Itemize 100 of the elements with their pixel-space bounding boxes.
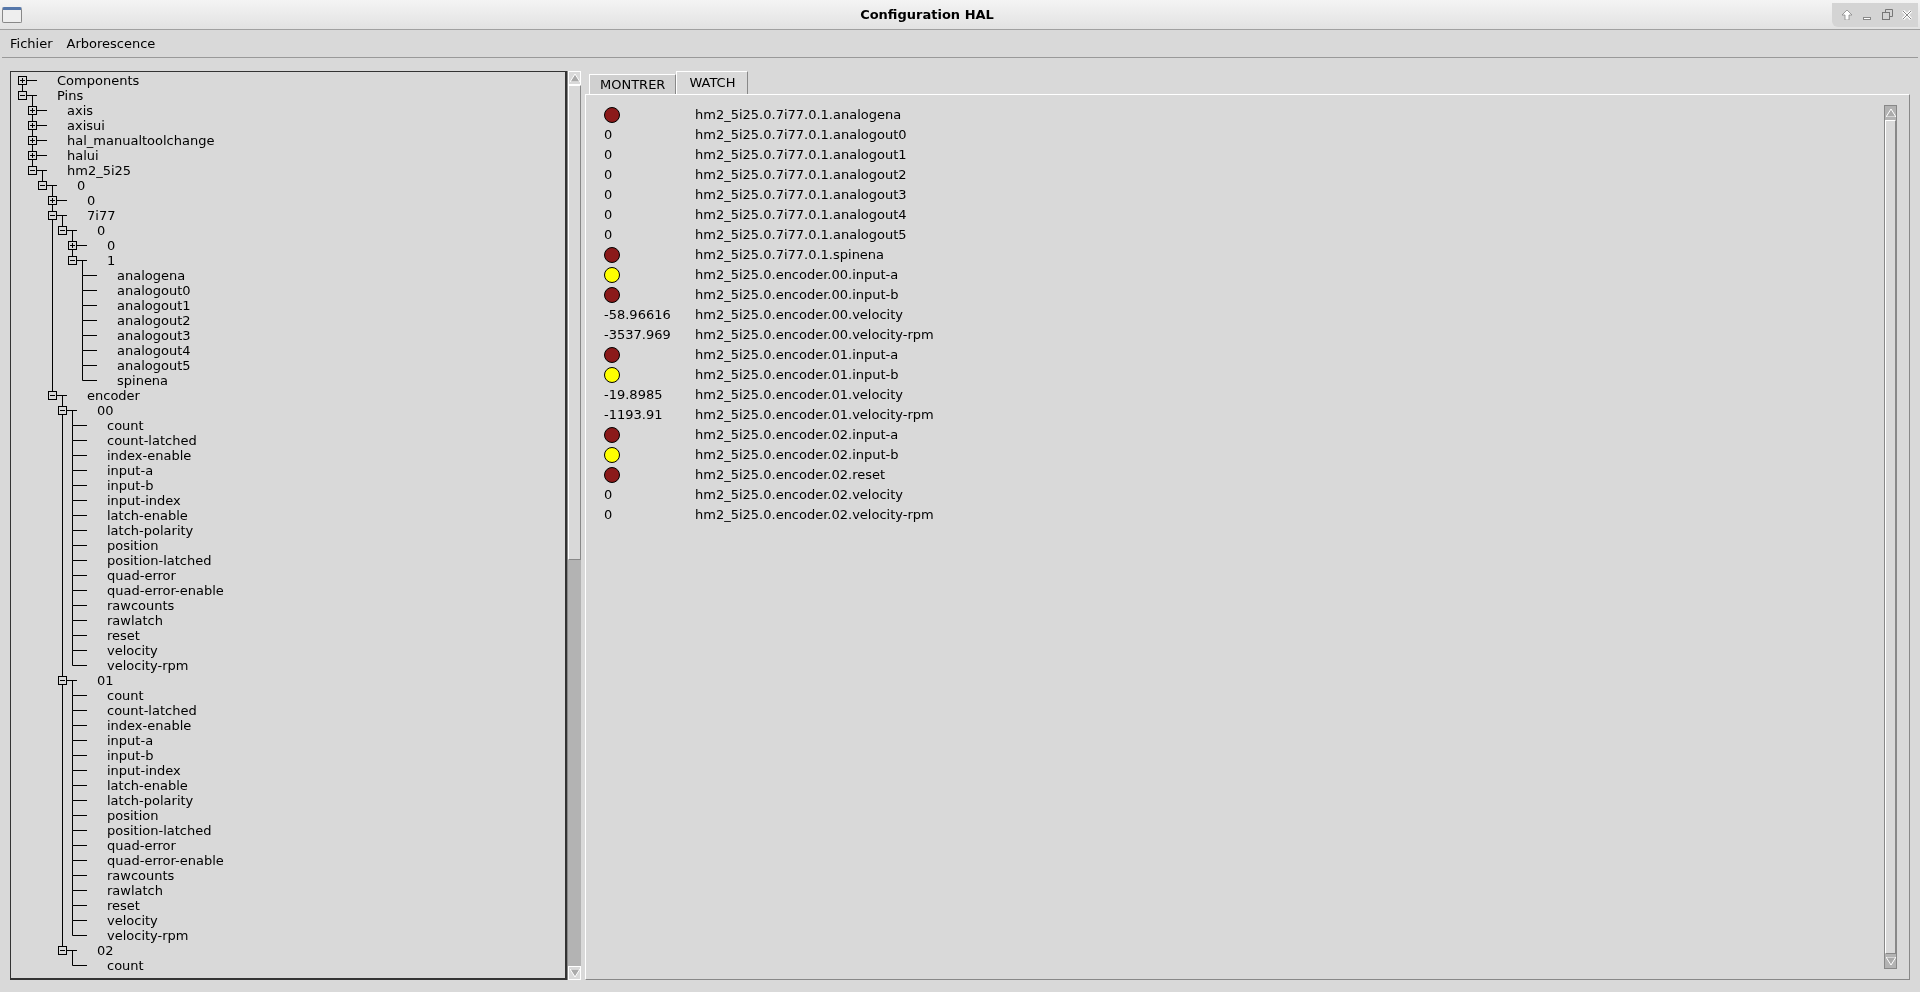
expand-icon[interactable] — [28, 121, 37, 130]
tree-item[interactable]: input-index — [107, 493, 181, 508]
tree-item[interactable]: position-latched — [107, 553, 212, 568]
tree-item[interactable]: input-a — [107, 733, 154, 748]
tree-item[interactable]: 7i77 — [87, 208, 116, 223]
pin-name: hm2_5i25.0.encoder.01.velocity-rpm — [695, 406, 934, 425]
tab[interactable]: MONTRER — [589, 74, 677, 94]
tree-item[interactable]: count — [107, 958, 144, 973]
tree-item[interactable]: quad-error — [107, 568, 176, 583]
tree-item[interactable]: count-latched — [107, 703, 197, 718]
tree-item[interactable]: axis — [67, 103, 94, 118]
tree-item[interactable]: 00 — [97, 403, 114, 418]
tree-item[interactable]: velocity — [107, 913, 158, 928]
pin-name: hm2_5i25.0.encoder.00.velocity-rpm — [695, 326, 934, 345]
tree-line — [72, 763, 88, 778]
tree-item[interactable]: input-index — [107, 763, 181, 778]
tree-item[interactable]: position — [107, 808, 159, 823]
tree-item[interactable]: analogout2 — [117, 313, 191, 328]
tree-line — [72, 493, 88, 508]
tree-item[interactable]: quad-error-enable — [107, 853, 224, 868]
tree-item[interactable]: hal_manualtoolchange — [67, 133, 215, 148]
tree-item[interactable]: index-enable — [107, 718, 192, 733]
tree-item[interactable]: input-b — [107, 478, 154, 493]
tree-item[interactable]: analogout1 — [117, 298, 191, 313]
tree-item[interactable]: encoder — [87, 388, 140, 403]
tree-item[interactable]: analogout3 — [117, 328, 191, 343]
collapse-icon[interactable] — [58, 946, 67, 955]
tree-line — [72, 688, 88, 703]
tree-item[interactable]: rawcounts — [107, 868, 175, 883]
tree-item[interactable]: velocity-rpm — [107, 658, 189, 673]
collapse-icon[interactable] — [68, 256, 77, 265]
tree-line — [72, 598, 88, 613]
tree-item[interactable]: 01 — [97, 673, 114, 688]
expand-icon[interactable] — [18, 76, 27, 85]
tree-item[interactable]: analogout5 — [117, 358, 191, 373]
tab[interactable]: WATCH — [676, 71, 749, 94]
collapse-icon[interactable] — [18, 91, 27, 100]
tree-item[interactable]: axisui — [67, 118, 105, 133]
tree-item[interactable]: velocity-rpm — [107, 928, 189, 943]
tree-item[interactable]: count — [107, 688, 144, 703]
pin-name: hm2_5i25.0.encoder.00.velocity — [695, 306, 903, 325]
tree-item[interactable]: rawcounts — [107, 598, 175, 613]
collapse-icon[interactable] — [28, 166, 37, 175]
tree-item[interactable]: analogena — [117, 268, 186, 283]
tree-item[interactable]: spinena — [117, 373, 169, 388]
menu-item[interactable]: Fichier — [10, 33, 53, 54]
restore-button[interactable] — [1880, 7, 1894, 22]
tree-item[interactable]: input-b — [107, 748, 154, 763]
tree-item[interactable]: Pins — [57, 88, 84, 103]
tree-item[interactable]: latch-polarity — [107, 793, 194, 808]
pin-value: 0 — [604, 126, 613, 145]
expand-icon[interactable] — [28, 136, 37, 145]
collapse-icon[interactable] — [58, 406, 67, 415]
tree-line — [72, 868, 88, 883]
pin-value: 0 — [604, 506, 613, 525]
tree-item[interactable]: 0 — [97, 223, 106, 238]
tree-item[interactable]: 0 — [87, 193, 96, 208]
expand-icon[interactable] — [28, 151, 37, 160]
tree-item[interactable]: analogout0 — [117, 283, 191, 298]
tree-item[interactable]: 02 — [97, 943, 114, 958]
close-button[interactable] — [1900, 7, 1914, 22]
expand-icon[interactable] — [28, 106, 37, 115]
window-icon[interactable] — [2, 6, 22, 23]
tree-item[interactable]: rawlatch — [107, 613, 163, 628]
tree-item[interactable]: rawlatch — [107, 883, 163, 898]
menu-item[interactable]: Arborescence — [66, 33, 156, 54]
tree-item[interactable]: latch-polarity — [107, 523, 194, 538]
shade-button[interactable] — [1840, 7, 1854, 22]
tree-item[interactable]: quad-error-enable — [107, 583, 224, 598]
tree-item[interactable]: hm2_5i25 — [67, 163, 132, 178]
collapse-icon[interactable] — [48, 391, 57, 400]
tree-item[interactable]: analogout4 — [117, 343, 191, 358]
tree-item[interactable]: latch-enable — [107, 778, 188, 793]
tree-item[interactable]: reset — [107, 898, 140, 913]
tree-item[interactable]: 1 — [107, 253, 116, 268]
tree-item[interactable]: position — [107, 538, 159, 553]
tree-item[interactable]: Components — [57, 73, 140, 88]
tree-line — [72, 778, 88, 793]
collapse-icon[interactable] — [48, 211, 57, 220]
tree-item[interactable]: position-latched — [107, 823, 212, 838]
pin-name: hm2_5i25.0.7i77.0.1.analogout4 — [695, 206, 907, 225]
tree-item[interactable]: input-a — [107, 463, 154, 478]
expand-icon[interactable] — [68, 241, 77, 250]
tree-item[interactable]: quad-error — [107, 838, 176, 853]
tree-item[interactable]: count — [107, 418, 144, 433]
tree-line — [72, 553, 88, 568]
pin-value: -3537.969 — [604, 326, 671, 345]
tree-line — [82, 268, 98, 283]
collapse-icon[interactable] — [58, 226, 67, 235]
tree-item[interactable]: latch-enable — [107, 508, 188, 523]
tree-item[interactable]: index-enable — [107, 448, 192, 463]
collapse-icon[interactable] — [58, 676, 67, 685]
tree-item[interactable]: 0 — [107, 238, 116, 253]
tree-item[interactable]: halui — [67, 148, 99, 163]
tree-item[interactable]: 0 — [77, 178, 86, 193]
collapse-icon[interactable] — [38, 181, 47, 190]
tree-item[interactable]: reset — [107, 628, 140, 643]
tree-item[interactable]: velocity — [107, 643, 158, 658]
tree-item[interactable]: count-latched — [107, 433, 197, 448]
expand-icon[interactable] — [48, 196, 57, 205]
